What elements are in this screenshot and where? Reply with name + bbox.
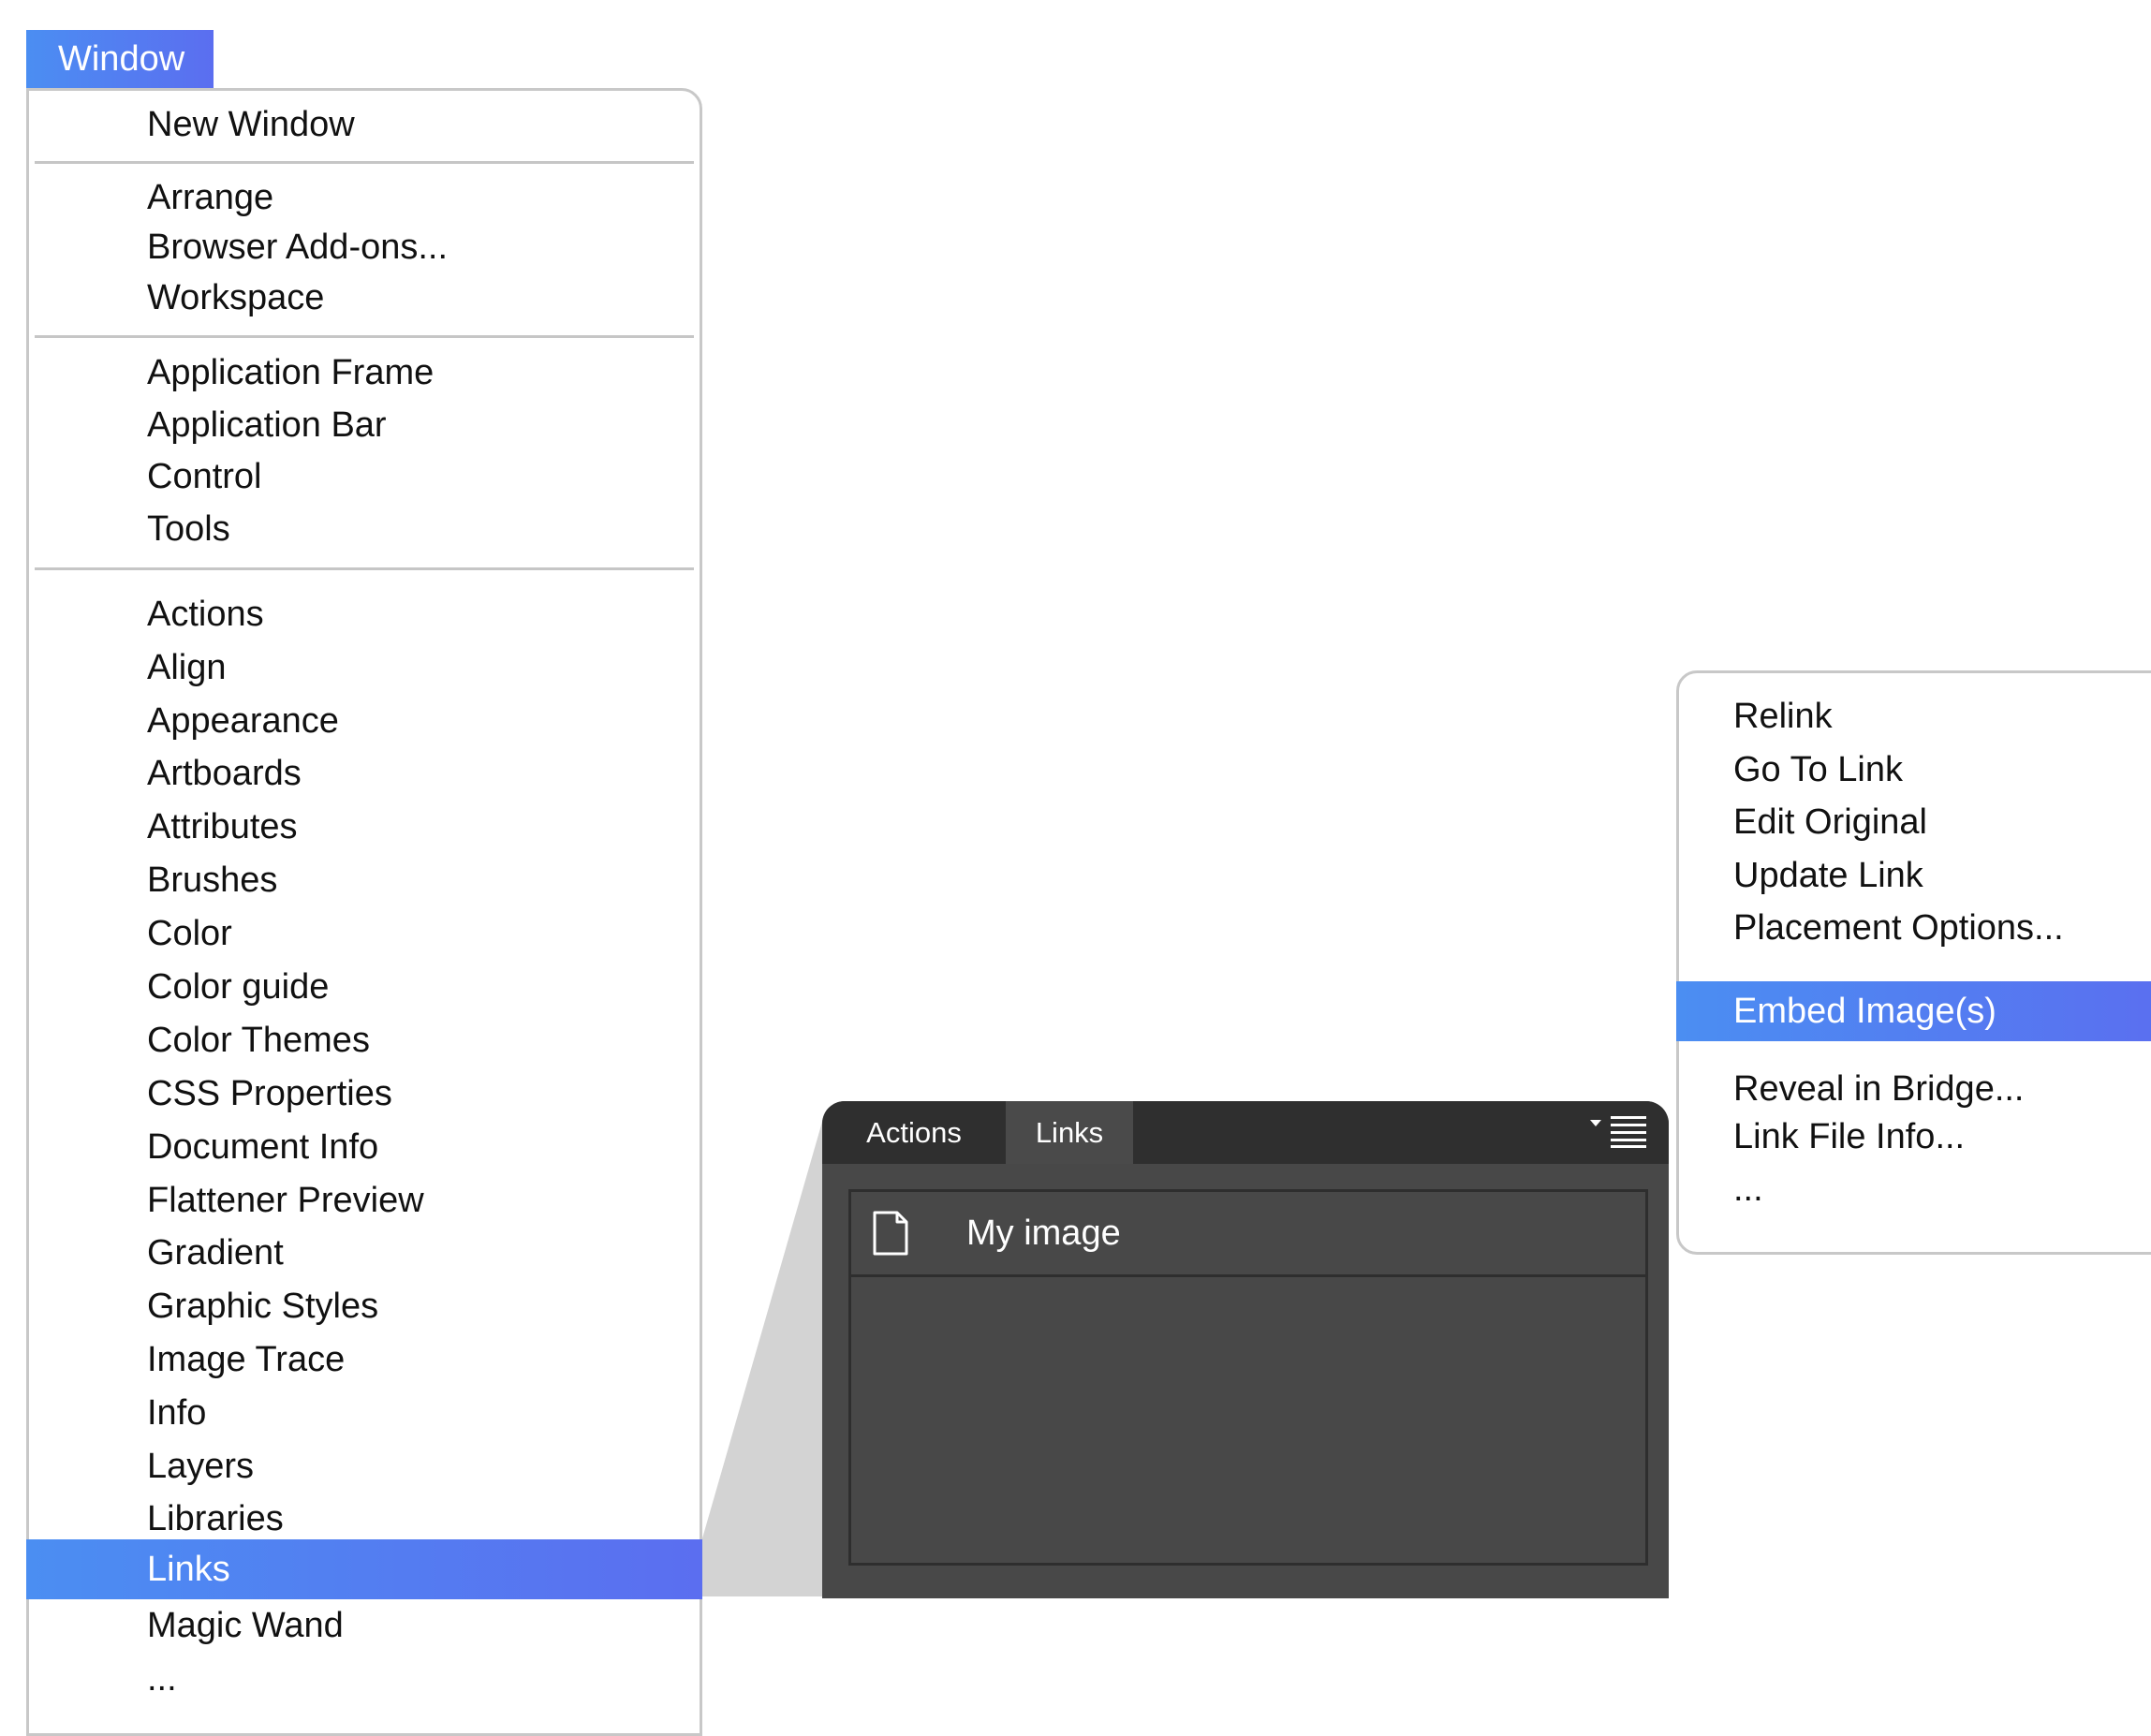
ctx-item-go-to-link[interactable]: Go To Link xyxy=(1679,743,2151,796)
menu-item-document-info[interactable]: Document Info xyxy=(29,1117,700,1177)
menu-item-gradient[interactable]: Gradient xyxy=(29,1223,700,1283)
link-row[interactable]: My image xyxy=(851,1192,1645,1277)
menu-separator xyxy=(35,567,694,570)
menu-item-image-trace[interactable]: Image Trace xyxy=(29,1330,700,1390)
menu-item-color-guide[interactable]: Color guide xyxy=(29,957,700,1017)
menu-separator xyxy=(35,161,694,164)
link-name: My image xyxy=(966,1214,1121,1253)
menu-item-workspace[interactable]: Workspace xyxy=(29,268,700,328)
menu-item-more[interactable]: ... xyxy=(29,1649,700,1709)
ctx-item-reveal-in-bridge[interactable]: Reveal in Bridge... xyxy=(1679,1063,2151,1115)
menu-item-links[interactable]: Links xyxy=(26,1539,702,1599)
menu-item-color-themes[interactable]: Color Themes xyxy=(29,1010,700,1070)
menu-separator xyxy=(35,335,694,338)
ctx-item-embed-images[interactable]: Embed Image(s) xyxy=(1676,981,2151,1041)
menu-item-control[interactable]: Control xyxy=(29,447,700,507)
ctx-item-placement-options[interactable]: Placement Options... xyxy=(1679,902,2151,954)
menu-item-layers[interactable]: Layers xyxy=(29,1436,700,1496)
menu-item-graphic-styles[interactable]: Graphic Styles xyxy=(29,1276,700,1336)
menu-item-application-frame[interactable]: Application Frame xyxy=(29,343,700,403)
menu-item-color[interactable]: Color xyxy=(29,904,700,964)
menu-item-attributes[interactable]: Attributes xyxy=(29,797,700,857)
menu-item-magic-wand[interactable]: Magic Wand xyxy=(29,1596,700,1655)
menu-item-align[interactable]: Align xyxy=(29,638,700,698)
menu-item-new-window[interactable]: New Window xyxy=(29,95,700,154)
tab-links[interactable]: Links xyxy=(1006,1101,1133,1164)
panel-menu-icon[interactable] xyxy=(1590,1116,1656,1148)
links-list: My image xyxy=(848,1189,1648,1566)
menu-item-brushes[interactable]: Brushes xyxy=(29,850,700,910)
menu-item-css-properties[interactable]: CSS Properties xyxy=(29,1064,700,1124)
window-menu: New Window Arrange Browser Add-ons... Wo… xyxy=(26,88,702,1736)
panel-context-menu: Relink Go To Link Edit Original Update L… xyxy=(1676,670,2151,1255)
tab-actions[interactable]: Actions xyxy=(822,1101,1006,1164)
menu-item-flattener-preview[interactable]: Flattener Preview xyxy=(29,1170,700,1230)
document-icon xyxy=(873,1211,908,1256)
ctx-item-relink[interactable]: Relink xyxy=(1679,690,2151,743)
window-menu-title[interactable]: Window xyxy=(26,30,214,89)
menu-item-artboards[interactable]: Artboards xyxy=(29,743,700,803)
menu-item-tools[interactable]: Tools xyxy=(29,499,700,559)
menu-item-appearance[interactable]: Appearance xyxy=(29,691,700,751)
panel-tab-bar: Actions Links xyxy=(822,1101,1669,1164)
ctx-item-edit-original[interactable]: Edit Original xyxy=(1679,796,2151,848)
ctx-item-link-file-info[interactable]: Link File Info... xyxy=(1679,1111,2151,1163)
links-panel: Actions Links My image xyxy=(822,1101,1669,1598)
ctx-item-more[interactable]: ... xyxy=(1679,1163,2151,1215)
menu-item-info[interactable]: Info xyxy=(29,1383,700,1443)
menu-item-actions[interactable]: Actions xyxy=(29,584,700,644)
ctx-item-update-link[interactable]: Update Link xyxy=(1679,849,2151,902)
